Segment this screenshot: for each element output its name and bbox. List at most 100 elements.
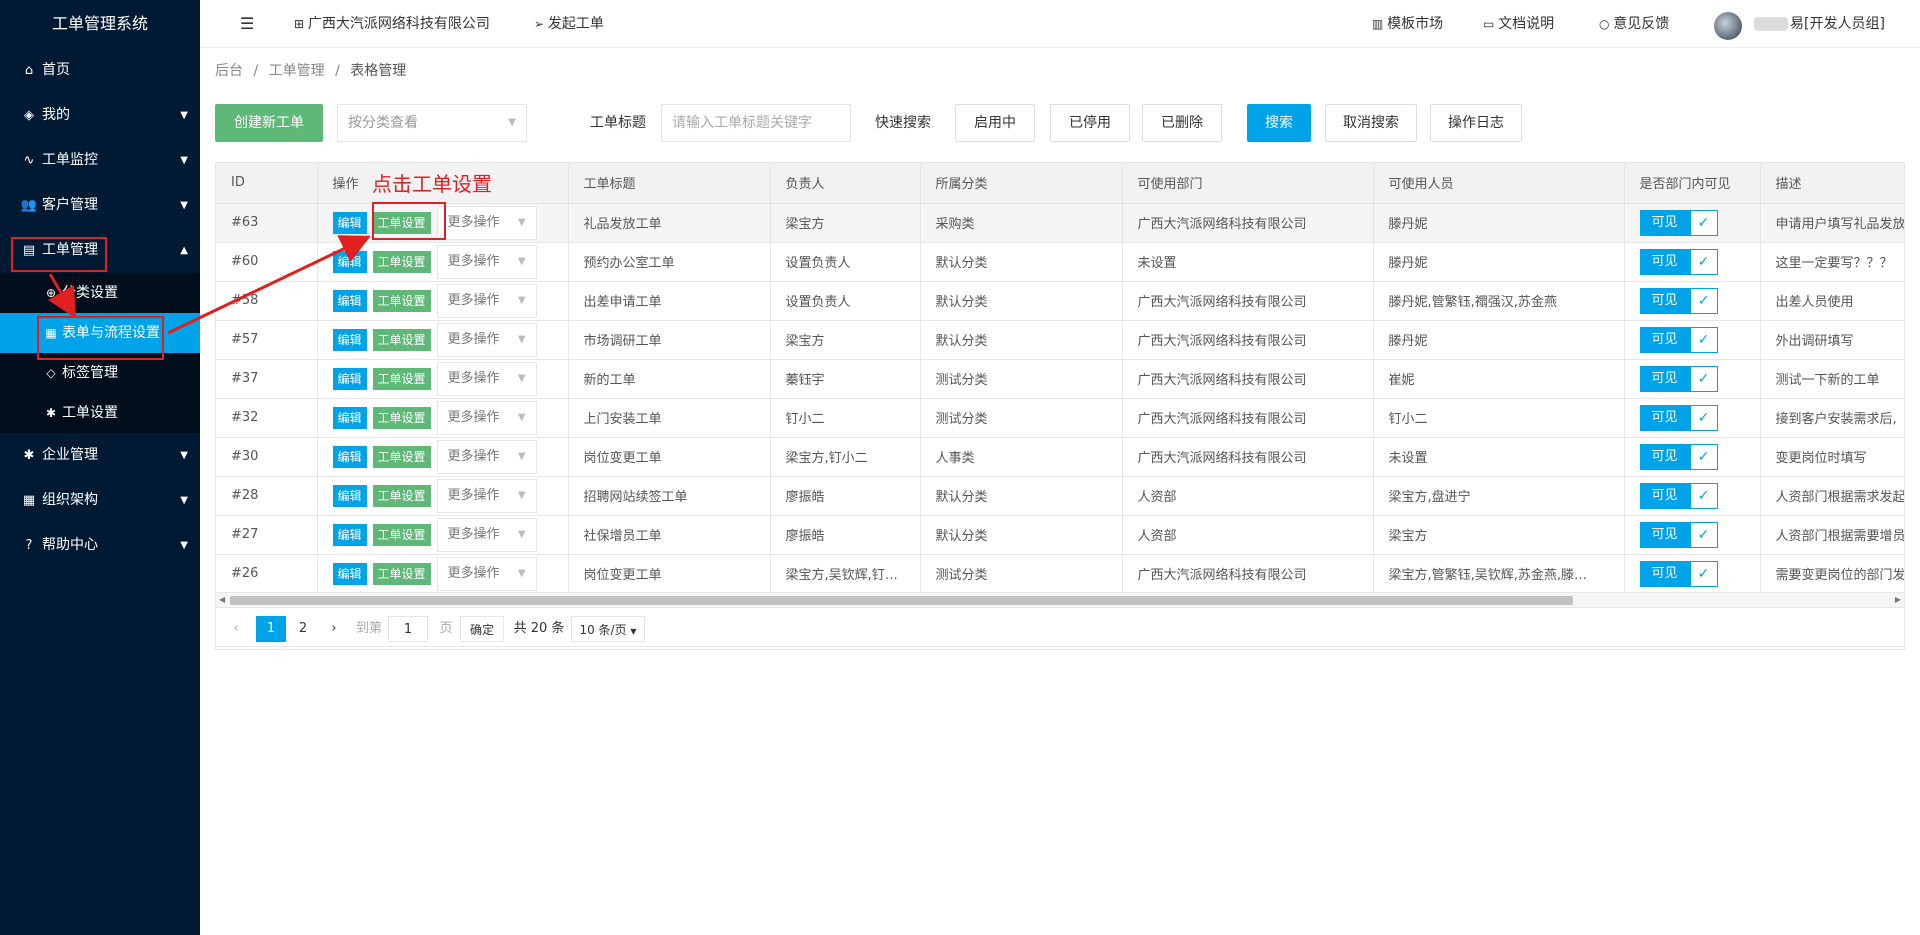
sidebar-item[interactable]: ? 帮助中心 ▼ xyxy=(0,523,200,568)
next-page-icon[interactable]: › xyxy=(326,616,342,642)
table-row[interactable]: #57 编辑 工单设置 更多操作 ▼ 市场调研工单 梁宝方 默认分类 广西大汽派网络科技有限公司… xyxy=(216,320,1904,360)
sidebar-item[interactable]: ▦ 组织架构 ▼ xyxy=(0,478,200,523)
table-row[interactable]: #60 编辑 工单设置 更多操作 ▼ 预约办公室工单 设置负责人 默认分类 未设置 滕丹妮 可见 ✓ 这… xyxy=(216,242,1904,282)
edit-button[interactable]: 编辑 xyxy=(332,367,367,390)
more-actions-select[interactable]: 更多操作 ▼ xyxy=(436,439,537,474)
category-select[interactable]: 按分类查看 ▼ xyxy=(337,104,527,142)
ticket-settings-button[interactable]: 工单设置 xyxy=(372,250,431,273)
more-actions-select[interactable]: 更多操作 ▼ xyxy=(436,361,537,396)
visible-toggle[interactable]: 可见 ✓ xyxy=(1639,287,1718,314)
table-row[interactable]: #32 编辑 工单设置 更多操作 ▼ 上门安装工单 钉小二 测试分类 广西大汽派网络科技有限公司… xyxy=(216,398,1904,438)
create-ticket-button[interactable]: 创建新工单 xyxy=(215,104,323,142)
goto-page-input[interactable]: 1 xyxy=(388,616,428,642)
table-row[interactable]: #58 编辑 工单设置 更多操作 ▼ 出差申请工单 设置负责人 默认分类 广西大汽派网络科技有限… xyxy=(216,281,1904,321)
ticket-settings-button[interactable]: 工单设置 xyxy=(372,523,431,546)
ticket-settings-button[interactable]: 工单设置 xyxy=(372,367,431,390)
column-header[interactable]: 可使用人员 xyxy=(1373,163,1625,204)
edit-button[interactable]: 编辑 xyxy=(332,211,367,234)
visible-toggle[interactable]: 可见 ✓ xyxy=(1639,521,1718,548)
template-market-link[interactable]: ▥ 模板市场 xyxy=(1372,0,1443,48)
page-1-button[interactable]: 1 xyxy=(256,616,286,642)
ticket-settings-button[interactable]: 工单设置 xyxy=(372,445,431,468)
start-ticket-link[interactable]: ➢ 发起工单 xyxy=(534,0,604,48)
more-actions-select[interactable]: 更多操作 ▼ xyxy=(436,478,537,513)
visible-toggle[interactable]: 可见 ✓ xyxy=(1639,365,1718,392)
feedback-link[interactable]: ○ 意见反馈 xyxy=(1599,0,1669,48)
title-search-input[interactable]: 请输入工单标题关键字 xyxy=(661,104,851,142)
scrollbar-thumb[interactable] xyxy=(230,596,1573,605)
edit-button[interactable]: 编辑 xyxy=(332,328,367,351)
ticket-settings-button[interactable]: 工单设置 xyxy=(372,406,431,429)
ticket-settings-button[interactable]: 工单设置 xyxy=(372,328,431,351)
company-switcher[interactable]: ⊞ 广西大汽派网络科技有限公司 xyxy=(294,0,490,48)
cell-dept: 广西大汽派网络科技有限公司 xyxy=(1122,554,1374,594)
edit-button[interactable]: 编辑 xyxy=(332,289,367,312)
user-menu[interactable]: 易[开发人员组] xyxy=(1754,0,1885,48)
cell-users: 梁宝方,盘进宁 xyxy=(1373,476,1625,516)
visible-toggle[interactable]: 可见 ✓ xyxy=(1639,443,1718,470)
visible-toggle[interactable]: 可见 ✓ xyxy=(1639,404,1718,431)
docs-link[interactable]: ▭ 文档说明 xyxy=(1483,0,1554,48)
column-header[interactable]: 所属分类 xyxy=(920,163,1123,204)
more-actions-select[interactable]: 更多操作 ▼ xyxy=(436,283,537,318)
highlight-box-ticket-management xyxy=(11,237,107,272)
sidebar-item[interactable]: ◈ 我的 ▼ xyxy=(0,93,200,138)
visible-toggle[interactable]: 可见 ✓ xyxy=(1639,209,1718,236)
horizontal-scrollbar[interactable]: ◀ ▶ xyxy=(215,592,1905,608)
edit-button[interactable]: 编辑 xyxy=(332,445,367,468)
edit-button[interactable]: 编辑 xyxy=(332,406,367,429)
page-2-button[interactable]: 2 xyxy=(288,616,318,642)
prev-page-icon[interactable]: ‹ xyxy=(228,616,244,642)
column-header[interactable]: 描述 xyxy=(1760,163,1904,204)
menu-toggle-icon[interactable]: ☰ xyxy=(240,0,254,48)
avatar[interactable] xyxy=(1714,12,1742,40)
filter-enabled-button[interactable]: 启用中 xyxy=(955,104,1035,142)
breadcrumb-home[interactable]: 后台 xyxy=(215,63,243,79)
table-row[interactable]: #27 编辑 工单设置 更多操作 ▼ 社保增员工单 廖振皓 默认分类 人资部 梁宝方 可见 ✓ 人资部门… xyxy=(216,515,1904,555)
search-button[interactable]: 搜索 xyxy=(1247,104,1311,142)
ticket-settings-button[interactable]: 工单设置 xyxy=(372,484,431,507)
visible-toggle[interactable]: 可见 ✓ xyxy=(1639,560,1718,587)
column-header[interactable]: 是否部门内可见 xyxy=(1624,163,1761,204)
more-actions-select[interactable]: 更多操作 ▼ xyxy=(436,556,537,591)
table-row[interactable]: #28 编辑 工单设置 更多操作 ▼ 招聘网站续签工单 廖振皓 默认分类 人资部 梁宝方,盘进宁可… xyxy=(216,476,1904,516)
visible-toggle[interactable]: 可见 ✓ xyxy=(1639,248,1718,275)
filter-deleted-button[interactable]: 已删除 xyxy=(1142,104,1222,142)
table-row[interactable]: #63 编辑 工单设置 更多操作 ▼ 礼品发放工单 梁宝方 采购类 广西大汽派网络科技有限公司滕… xyxy=(216,203,1904,243)
table-row[interactable]: #26 编辑 工单设置 更多操作 ▼ 岗位变更工单 梁宝方,吴钦辉,钉… 测试分类 广西大汽派网… xyxy=(216,554,1904,594)
edit-button[interactable]: 编辑 xyxy=(332,484,367,507)
edit-button[interactable]: 编辑 xyxy=(332,562,367,585)
sidebar-item[interactable]: ∿ 工单监控 ▼ xyxy=(0,138,200,183)
sidebar-item[interactable]: 👥 客户管理 ▼ xyxy=(0,183,200,228)
filter-disabled-button[interactable]: 已停用 xyxy=(1050,104,1130,142)
goto-confirm-button[interactable]: 确定 xyxy=(460,616,504,642)
more-actions-select[interactable]: 更多操作 ▼ xyxy=(436,517,537,552)
scroll-left-icon[interactable]: ◀ xyxy=(219,593,225,607)
scroll-right-icon[interactable]: ▶ xyxy=(1895,593,1901,607)
more-actions-select[interactable]: 更多操作 ▼ xyxy=(436,400,537,435)
edit-button[interactable]: 编辑 xyxy=(332,250,367,273)
more-actions-select[interactable]: 更多操作 ▼ xyxy=(436,244,537,279)
table-row[interactable]: #30 编辑 工单设置 更多操作 ▼ 岗位变更工单 梁宝方,钉小二 人事类 广西大汽派网络科技有… xyxy=(216,437,1904,477)
sidebar-item[interactable]: ✱ 企业管理 ▼ xyxy=(0,433,200,478)
table-row[interactable]: #37 编辑 工单设置 更多操作 ▼ 新的工单 蓁钰宇 测试分类 广西大汽派网络科技有限公司 崔妮… xyxy=(216,359,1904,399)
more-actions-select[interactable]: 更多操作 ▼ xyxy=(436,205,537,240)
visible-toggle[interactable]: 可见 ✓ xyxy=(1639,482,1718,509)
column-header[interactable]: 可使用部门 xyxy=(1122,163,1374,204)
sidebar-subitem[interactable]: ✱ 工单设置 xyxy=(0,393,200,433)
per-page-select[interactable]: 10 条/页 ▼ xyxy=(571,616,645,642)
sidebar-subitem[interactable]: ⊕ 分类设置 xyxy=(0,273,200,313)
column-header[interactable]: 工单标题 xyxy=(568,163,771,204)
cancel-search-button[interactable]: 取消搜索 xyxy=(1325,104,1417,142)
more-actions-select[interactable]: 更多操作 ▼ xyxy=(436,322,537,357)
breadcrumb-parent[interactable]: 工单管理 xyxy=(269,63,325,79)
edit-button[interactable]: 编辑 xyxy=(332,523,367,546)
operation-log-button[interactable]: 操作日志 xyxy=(1430,104,1522,142)
more-actions-label: 更多操作 xyxy=(447,409,500,425)
column-header[interactable]: 负责人 xyxy=(770,163,921,204)
column-header[interactable]: ID xyxy=(216,163,318,204)
visible-toggle[interactable]: 可见 ✓ xyxy=(1639,326,1718,353)
sidebar-item[interactable]: ⌂ 首页 xyxy=(0,48,200,93)
ticket-settings-button[interactable]: 工单设置 xyxy=(372,562,431,585)
ticket-settings-button[interactable]: 工单设置 xyxy=(372,289,431,312)
